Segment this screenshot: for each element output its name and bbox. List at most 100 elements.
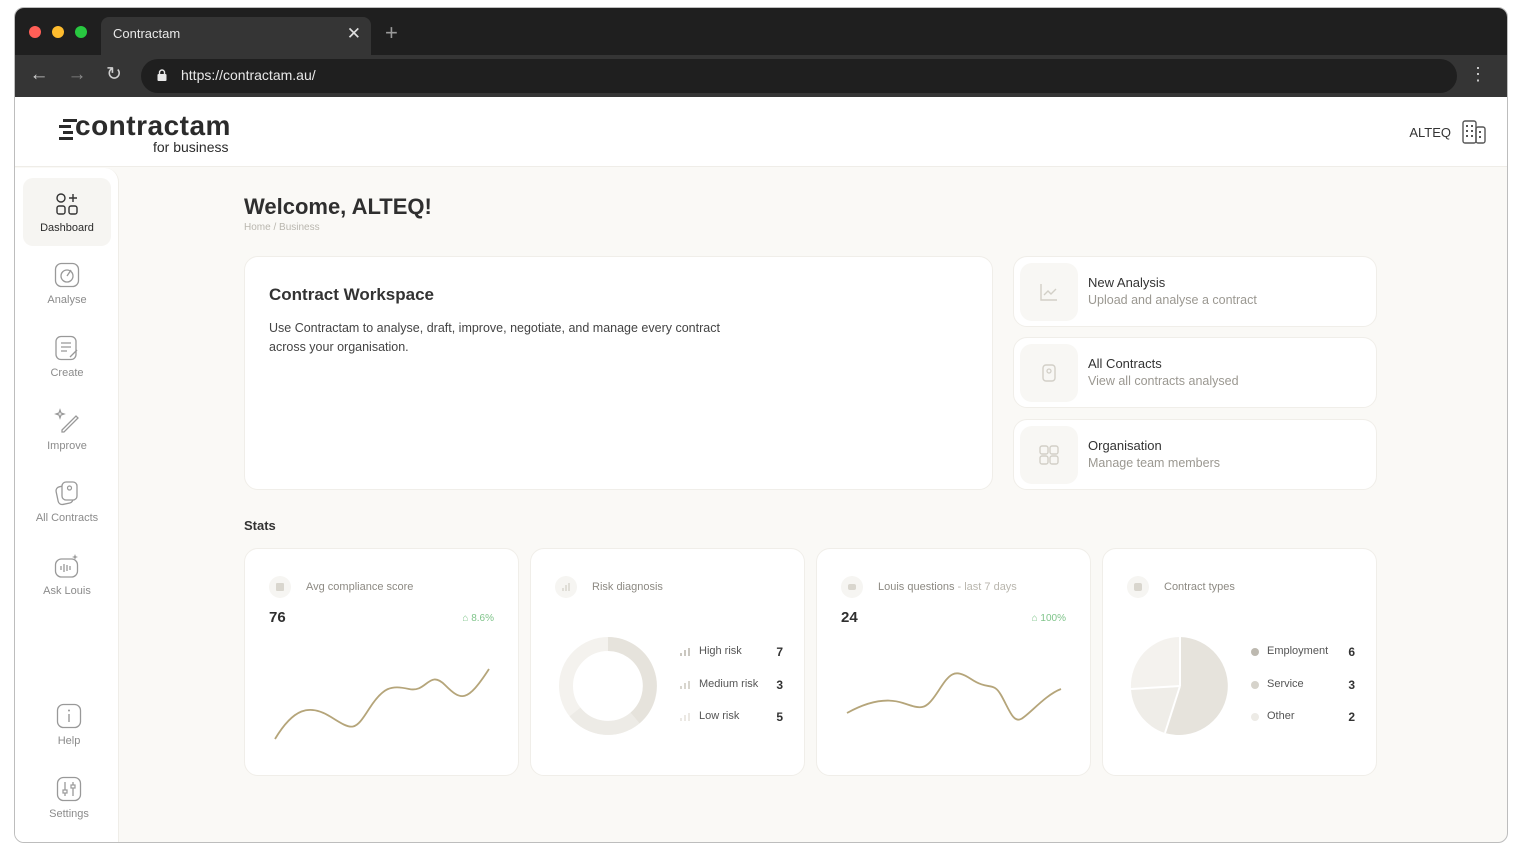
- improve-icon: [54, 408, 79, 433]
- all-contracts-card[interactable]: All Contracts View all contracts analyse…: [1013, 337, 1377, 408]
- quick-action-title: New Analysis: [1088, 275, 1166, 290]
- risk-legend-high: High risk 7: [679, 645, 783, 661]
- types-legend-service: Service 3: [1251, 678, 1355, 694]
- workspace-description: Use Contractam to analyse, draft, improv…: [269, 321, 720, 354]
- louis-icon: [841, 576, 863, 598]
- browser-tab[interactable]: Contractam ✕: [101, 17, 371, 55]
- create-icon: [55, 335, 78, 361]
- risk-donut-chart: [559, 637, 657, 735]
- sidebar-item-dashboard[interactable]: Dashboard: [23, 178, 111, 246]
- contracts-icon: [55, 481, 78, 506]
- risk-icon: [555, 576, 577, 598]
- types-legend-employment: Employment 6: [1251, 645, 1355, 661]
- stat-title: Contract types: [1164, 581, 1235, 593]
- stat-title: Risk diagnosis: [592, 581, 663, 593]
- org-name: ALTEQ: [1409, 124, 1451, 140]
- sidebar-item-ask-louis[interactable]: Ask Louis: [23, 543, 111, 611]
- quick-action-subtitle: Upload and analyse a contract: [1088, 293, 1257, 307]
- ask-louis-icon: [54, 554, 79, 578]
- chart-icon: [1040, 284, 1057, 301]
- stat-delta: ⌂ 8.6%: [462, 613, 494, 624]
- logo-lines-icon: [59, 119, 77, 140]
- stat-delta: ⌂ 100%: [1031, 613, 1066, 624]
- page-title: Welcome, ALTEQ!: [244, 194, 432, 219]
- sidebar-item-label: Analyse: [47, 294, 87, 306]
- louis-trend-line: [846, 672, 1062, 721]
- risk-legend-low: Low risk 5: [679, 710, 783, 726]
- breadcrumb-business[interactable]: Business: [279, 222, 320, 233]
- types-legend-other: Other 2: [1251, 710, 1355, 726]
- sidebar-item-label: Settings: [49, 808, 89, 820]
- breadcrumb-home[interactable]: Home: [244, 222, 271, 233]
- settings-icon: [56, 776, 82, 802]
- breadcrumb: Home / Business: [244, 222, 320, 233]
- types-pie-chart: [1130, 636, 1228, 735]
- organisation-icon-box: [1020, 426, 1078, 484]
- sidebar-item-label: Ask Louis: [43, 585, 91, 597]
- lock-icon: [157, 69, 167, 81]
- building-icon: [1462, 120, 1486, 144]
- sidebar-item-improve[interactable]: Improve: [23, 398, 111, 466]
- sidebar-item-analyse[interactable]: Analyse: [23, 252, 111, 320]
- compliance-stat-card: Avg compliance score 76 ⌂ 8.6%: [244, 548, 519, 776]
- sidebar-item-help[interactable]: Help: [25, 693, 113, 761]
- app-header: contractam for business ALTEQ: [15, 97, 1507, 167]
- sidebar-item-label: Help: [57, 735, 81, 747]
- stat-title: Avg compliance score: [306, 581, 414, 593]
- stat-title: Louis questions - last 7 days: [878, 581, 1017, 593]
- sidebar: Dashboard Analyse Create Improve All Con…: [15, 168, 119, 842]
- tab-bar: Contractam ✕ +: [15, 8, 1507, 55]
- quick-action-title: Organisation: [1088, 438, 1162, 453]
- sidebar-item-create[interactable]: Create: [23, 325, 111, 393]
- risk-stat-card: Risk diagnosis High risk 7 Medium risk 3 L…: [530, 548, 805, 776]
- org-switcher[interactable]: ALTEQ: [1409, 119, 1487, 145]
- risk-legend-medium: Medium risk 3: [679, 678, 783, 694]
- compliance-trend-line: [274, 668, 490, 740]
- browser-menu-icon[interactable]: ⋮: [1469, 64, 1487, 85]
- sidebar-item-all-contracts[interactable]: All Contracts: [23, 470, 111, 538]
- minimize-window-button[interactable]: [52, 26, 64, 38]
- stats-heading: Stats: [244, 518, 276, 533]
- tab-title: Contractam: [113, 26, 181, 41]
- sidebar-item-settings[interactable]: Settings: [25, 766, 113, 834]
- url-text: https://contractam.au/: [181, 67, 316, 83]
- dashboard-icon: [56, 193, 78, 215]
- sidebar-item-label: Create: [50, 367, 84, 379]
- stat-delta-value: 8.6%: [471, 613, 494, 624]
- workspace-title: Contract Workspace: [269, 285, 435, 304]
- url-field[interactable]: https://contractam.au/: [141, 59, 1457, 93]
- new-tab-icon[interactable]: +: [385, 20, 398, 46]
- reload-icon[interactable]: ↻: [102, 63, 126, 87]
- address-bar-row: ← → ↻ https://contractam.au/ ⋮: [15, 55, 1507, 97]
- sidebar-item-label: All Contracts: [35, 512, 99, 524]
- types-icon: [1127, 576, 1149, 598]
- close-window-button[interactable]: [29, 26, 41, 38]
- help-icon: [56, 703, 82, 729]
- louis-stat-card: Louis questions - last 7 days 24 ⌂ 100%: [816, 548, 1091, 776]
- organisation-card[interactable]: Organisation Manage team members: [1013, 419, 1377, 490]
- stat-value: 76: [269, 609, 286, 626]
- grid-icon: [1039, 445, 1059, 465]
- types-stat-card: Contract types Employment 6 Service 3 Othe…: [1102, 548, 1377, 776]
- sidebar-item-label: Improve: [47, 440, 87, 452]
- workspace-card: Contract Workspace Use Contractam to ana…: [244, 256, 993, 490]
- all-contracts-icon-box: [1020, 344, 1078, 402]
- sidebar-item-label: Dashboard: [40, 222, 94, 234]
- analyse-icon: [54, 262, 80, 288]
- stat-value: 24: [841, 609, 858, 626]
- new-analysis-icon-box: [1020, 263, 1078, 321]
- back-icon[interactable]: ←: [27, 63, 51, 87]
- compliance-icon: [269, 576, 291, 598]
- contractam-logo[interactable]: contractam for business: [59, 110, 231, 155]
- browser-window: Contractam ✕ + ← → ↻ https://contractam.…: [14, 7, 1508, 843]
- quick-action-subtitle: View all contracts analysed: [1088, 374, 1239, 388]
- new-analysis-card[interactable]: New Analysis Upload and analyse a contra…: [1013, 256, 1377, 327]
- contracts-icon: [1042, 364, 1056, 382]
- logo-wordmark: contractam: [75, 110, 231, 141]
- forward-icon[interactable]: →: [65, 63, 89, 87]
- tab-close-icon[interactable]: ✕: [347, 24, 361, 44]
- maximize-window-button[interactable]: [75, 26, 87, 38]
- quick-action-title: All Contracts: [1088, 356, 1162, 371]
- quick-action-subtitle: Manage team members: [1088, 456, 1221, 470]
- stat-delta-value: 100%: [1040, 613, 1066, 624]
